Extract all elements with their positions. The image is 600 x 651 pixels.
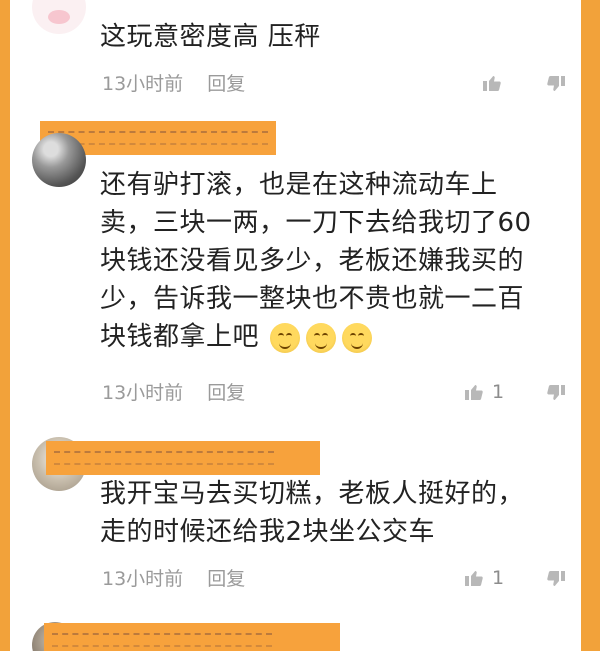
username-redaction xyxy=(44,623,340,651)
comment-line-text: 块钱都拿上吧 xyxy=(100,322,260,352)
like-button[interactable] xyxy=(480,71,508,95)
comment-line: 还有驴打滚，也是在这种流动车上 xyxy=(100,170,498,200)
like-count: 1 xyxy=(492,567,505,589)
laughing-emoji-icon xyxy=(305,322,336,353)
user-avatar[interactable] xyxy=(32,0,86,34)
comment-body: 还有驴打滚，也是在这种流动车上 卖，三块一两，一刀下去给我切了60 块钱还没看见… xyxy=(100,166,532,356)
user-avatar[interactable] xyxy=(32,133,86,187)
comment-line: 我开宝马去买切糕，老板人挺好的， xyxy=(100,479,525,509)
comment-panel: 这玩意密度高 压秤 13小时前 回复 还有驴打滚，也是在这种流动车上 卖，三块一… xyxy=(10,0,581,651)
comment-line: 卖，三块一两，一刀下去给我切了60 xyxy=(100,208,532,238)
comment-time: 13小时前 xyxy=(102,568,184,590)
reply-button[interactable]: 回复 xyxy=(207,568,245,590)
reply-button[interactable]: 回复 xyxy=(207,73,245,95)
comment-body: 这玩意密度高 压秤 xyxy=(100,18,321,56)
thumbs-down-icon xyxy=(547,76,565,91)
comment-time: 13小时前 xyxy=(102,382,184,404)
redacted-name-strokes xyxy=(54,451,274,465)
comment-line: 走的时候还给我2块坐公交车 xyxy=(100,517,436,547)
redacted-name-strokes xyxy=(52,633,272,647)
thumbs-up-icon xyxy=(465,385,483,400)
comment-line: 块钱都拿上吧 xyxy=(100,318,532,356)
redacted-name-strokes xyxy=(48,131,268,145)
dislike-button[interactable] xyxy=(544,567,572,591)
like-count: 1 xyxy=(492,381,505,403)
thumbs-down-icon xyxy=(547,571,565,586)
laughing-emoji-icon xyxy=(341,322,372,353)
reply-button[interactable]: 回复 xyxy=(207,382,245,404)
comment-meta: 13小时前 回复 xyxy=(102,73,245,95)
thumbs-down-icon xyxy=(547,385,565,400)
comment-meta: 13小时前 回复 xyxy=(102,382,245,404)
like-button[interactable]: 1 xyxy=(462,380,518,404)
username-redaction xyxy=(46,441,320,475)
comment-line: 块钱还没看见多少，老板还嫌我买的 xyxy=(100,246,525,276)
laughing-emoji-icon xyxy=(269,322,300,353)
dislike-button[interactable] xyxy=(544,381,572,405)
dislike-button[interactable] xyxy=(544,72,572,96)
like-button[interactable]: 1 xyxy=(462,566,518,590)
pig-snout xyxy=(48,10,70,24)
comment-line: 这玩意密度高 压秤 xyxy=(100,22,321,52)
emoji-group xyxy=(269,322,372,353)
comment-body: 我开宝马去买切糕，老板人挺好的， 走的时候还给我2块坐公交车 xyxy=(100,475,524,551)
thumbs-up-icon xyxy=(465,571,483,586)
comment-line: 少，告诉我一整块也不贵也就一二百 xyxy=(100,284,525,314)
comment-time: 13小时前 xyxy=(102,73,184,95)
thumbs-up-icon xyxy=(483,76,501,91)
comment-meta: 13小时前 回复 xyxy=(102,568,245,590)
